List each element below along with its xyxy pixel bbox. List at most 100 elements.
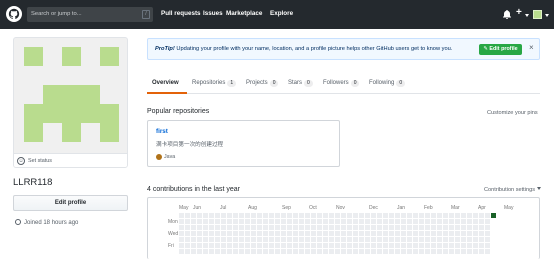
- contribution-day[interactable]: [347, 231, 352, 236]
- contribution-day[interactable]: [383, 243, 388, 248]
- contribution-day[interactable]: [383, 237, 388, 242]
- contribution-day[interactable]: [407, 225, 412, 230]
- octocat-logo-icon[interactable]: [6, 6, 22, 22]
- contribution-day[interactable]: [179, 249, 184, 254]
- contribution-day[interactable]: [413, 237, 418, 242]
- contribution-day[interactable]: [281, 249, 286, 254]
- contribution-day[interactable]: [377, 219, 382, 224]
- contribution-day[interactable]: [443, 219, 448, 224]
- contribution-day[interactable]: [317, 231, 322, 236]
- contribution-day[interactable]: [275, 219, 280, 224]
- contribution-day[interactable]: [305, 225, 310, 230]
- contribution-day[interactable]: [311, 249, 316, 254]
- contribution-day[interactable]: [287, 219, 292, 224]
- contribution-day[interactable]: [455, 231, 460, 236]
- contribution-day[interactable]: [221, 213, 226, 218]
- avatar-dropdown-caret-icon[interactable]: [545, 14, 549, 17]
- contribution-day[interactable]: [371, 213, 376, 218]
- close-icon[interactable]: ×: [529, 43, 534, 52]
- contribution-day[interactable]: [251, 213, 256, 218]
- contribution-day[interactable]: [245, 243, 250, 248]
- contribution-day[interactable]: [293, 243, 298, 248]
- contribution-day[interactable]: [341, 225, 346, 230]
- contribution-day[interactable]: [203, 213, 208, 218]
- contribution-day[interactable]: [449, 249, 454, 254]
- contribution-day[interactable]: [245, 219, 250, 224]
- user-avatar-icon[interactable]: [533, 10, 542, 19]
- contribution-day[interactable]: [239, 243, 244, 248]
- contribution-day[interactable]: [353, 243, 358, 248]
- contribution-day[interactable]: [221, 249, 226, 254]
- contribution-day[interactable]: [293, 219, 298, 224]
- contribution-day[interactable]: [317, 237, 322, 242]
- contribution-day[interactable]: [191, 237, 196, 242]
- contribution-day[interactable]: [395, 225, 400, 230]
- contribution-day[interactable]: [479, 237, 484, 242]
- contribution-day[interactable]: [455, 225, 460, 230]
- tab-following[interactable]: Following 0: [369, 80, 406, 87]
- contribution-day[interactable]: [257, 225, 262, 230]
- contribution-day[interactable]: [371, 219, 376, 224]
- search-input[interactable]: Search or jump to... /: [27, 7, 153, 22]
- contribution-day[interactable]: [323, 237, 328, 242]
- contribution-day[interactable]: [425, 219, 430, 224]
- contribution-day[interactable]: [341, 243, 346, 248]
- contribution-day[interactable]: [203, 249, 208, 254]
- contribution-day[interactable]: [299, 243, 304, 248]
- contribution-day[interactable]: [485, 249, 490, 254]
- contribution-day[interactable]: [419, 231, 424, 236]
- contribution-day[interactable]: [329, 243, 334, 248]
- contribution-day[interactable]: [245, 237, 250, 242]
- contribution-settings-dropdown[interactable]: Contribution settings: [484, 187, 541, 193]
- contribution-day[interactable]: [269, 249, 274, 254]
- contribution-day[interactable]: [431, 237, 436, 242]
- protip-edit-profile-button[interactable]: ✎ Edit profile: [479, 44, 522, 55]
- contribution-day[interactable]: [251, 249, 256, 254]
- contribution-day[interactable]: [227, 249, 232, 254]
- contribution-day[interactable]: [299, 249, 304, 254]
- contribution-day[interactable]: [461, 213, 466, 218]
- contribution-day[interactable]: [365, 243, 370, 248]
- contribution-day[interactable]: [335, 243, 340, 248]
- contribution-day[interactable]: [353, 249, 358, 254]
- contribution-day[interactable]: [491, 213, 496, 218]
- contribution-day[interactable]: [347, 225, 352, 230]
- contribution-day[interactable]: [179, 225, 184, 230]
- contribution-day[interactable]: [215, 237, 220, 242]
- contribution-day[interactable]: [455, 213, 460, 218]
- contribution-day[interactable]: [209, 231, 214, 236]
- contribution-day[interactable]: [275, 249, 280, 254]
- contribution-day[interactable]: [401, 237, 406, 242]
- contribution-day[interactable]: [251, 237, 256, 242]
- contribution-day[interactable]: [389, 231, 394, 236]
- contribution-day[interactable]: [245, 231, 250, 236]
- contribution-day[interactable]: [215, 213, 220, 218]
- repo-name-link[interactable]: first: [156, 128, 168, 135]
- contribution-day[interactable]: [263, 231, 268, 236]
- contribution-day[interactable]: [221, 225, 226, 230]
- contribution-day[interactable]: [449, 219, 454, 224]
- contribution-day[interactable]: [317, 225, 322, 230]
- contribution-day[interactable]: [323, 231, 328, 236]
- contribution-day[interactable]: [191, 213, 196, 218]
- contribution-day[interactable]: [215, 243, 220, 248]
- contribution-day[interactable]: [197, 249, 202, 254]
- contribution-day[interactable]: [455, 219, 460, 224]
- contribution-day[interactable]: [413, 231, 418, 236]
- contribution-day[interactable]: [461, 225, 466, 230]
- contribution-day[interactable]: [377, 249, 382, 254]
- contribution-day[interactable]: [233, 243, 238, 248]
- contribution-day[interactable]: [407, 243, 412, 248]
- contribution-day[interactable]: [203, 243, 208, 248]
- contribution-day[interactable]: [305, 243, 310, 248]
- contribution-day[interactable]: [227, 225, 232, 230]
- contribution-day[interactable]: [449, 237, 454, 242]
- contribution-day[interactable]: [437, 249, 442, 254]
- contribution-day[interactable]: [311, 225, 316, 230]
- contribution-day[interactable]: [191, 219, 196, 224]
- contribution-day[interactable]: [461, 243, 466, 248]
- contribution-day[interactable]: [263, 237, 268, 242]
- contribution-day[interactable]: [455, 237, 460, 242]
- contribution-day[interactable]: [377, 231, 382, 236]
- contribution-day[interactable]: [221, 243, 226, 248]
